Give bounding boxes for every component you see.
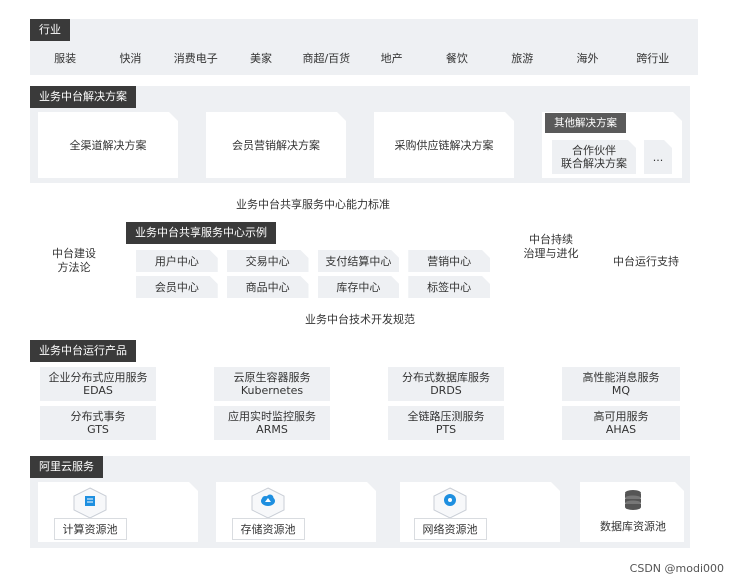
industry-item: 跨行业 — [623, 46, 682, 70]
capability-standard-bar: 业务中台共享服务中心能力标准 — [126, 192, 500, 216]
product-code: PTS — [435, 423, 457, 436]
methodology-line2: 方法论 — [57, 261, 91, 274]
products-tag: 业务中台运行产品 — [30, 340, 136, 362]
industry-item: 服装 — [36, 46, 95, 70]
solution-card-supply-chain: 采购供应链解决方案 — [374, 112, 514, 178]
center-marketing: 营销中心 — [408, 250, 490, 272]
network-icon — [433, 487, 467, 519]
product-gts: 分布式事务 GTS — [40, 406, 156, 440]
product-code: MQ — [611, 384, 631, 397]
storage-icon — [251, 487, 285, 519]
product-edas: 企业分布式应用服务 EDAS — [40, 367, 156, 401]
continuous-governance-card: 中台持续 治理与进化 — [508, 192, 594, 302]
product-arms: 应用实时监控服务 ARMS — [214, 406, 330, 440]
product-code: Kubernetes — [240, 384, 304, 397]
network-label: 网络资源池 — [413, 518, 487, 540]
compute-icon — [73, 487, 107, 519]
solution-card-membership: 会员营销解决方案 — [206, 112, 346, 178]
product-name: 高性能消息服务 — [582, 371, 660, 384]
database-icon — [625, 490, 641, 510]
industry-item: 美家 — [231, 46, 291, 70]
product-code: AHAS — [605, 423, 637, 436]
compute-resource: 计算资源池 — [53, 486, 127, 540]
product-name: 分布式数据库服务 — [402, 371, 490, 384]
continuous-line2: 治理与进化 — [523, 247, 579, 260]
center-trade: 交易中心 — [227, 250, 309, 272]
industry-item: 海外 — [558, 46, 617, 70]
product-ahas: 高可用服务 AHAS — [562, 406, 680, 440]
database-resource: 数据库资源池 — [594, 488, 672, 534]
product-code: ARMS — [256, 423, 288, 436]
watermark: CSDN @modi000 — [629, 562, 724, 575]
continuous-line1: 中台持续 — [529, 233, 573, 246]
database-label: 数据库资源池 — [600, 520, 666, 533]
product-drds: 分布式数据库服务 DRDS — [388, 367, 504, 401]
center-inventory: 库存中心 — [318, 276, 400, 298]
product-code: DRDS — [430, 384, 462, 397]
product-code: EDAS — [83, 384, 113, 397]
product-name: 企业分布式应用服务 — [48, 371, 148, 384]
product-name: 全链路压测服务 — [407, 410, 485, 423]
center-tag: 标签中心 — [408, 276, 490, 298]
center-user: 用户中心 — [136, 250, 218, 272]
industry-tag: 行业 — [30, 19, 70, 41]
center-product: 商品中心 — [227, 276, 309, 298]
more-solutions-box: ... — [644, 140, 672, 174]
industry-item: 消费电子 — [166, 46, 225, 70]
ops-support-card: 中台运行支持 — [602, 192, 690, 330]
product-pts: 全链路压测服务 PTS — [388, 406, 504, 440]
partner-solution-line1: 合作伙伴 — [572, 144, 616, 157]
product-name: 高可用服务 — [593, 410, 649, 423]
industry-item: 旅游 — [493, 46, 552, 70]
industry-item: 快消 — [101, 46, 160, 70]
other-solutions-tag: 其他解决方案 — [545, 113, 626, 133]
storage-resource: 存储资源池 — [231, 486, 305, 540]
methodology-card: 中台建设 方法论 — [30, 192, 118, 330]
centers-grid: 用户中心 交易中心 支付结算中心 营销中心 会员中心 商品中心 库存中心 标签中… — [136, 250, 490, 298]
industry-item: 餐饮 — [427, 46, 487, 70]
partner-solution-line2: 联合解决方案 — [561, 157, 627, 170]
solution-card-omnichannel: 全渠道解决方案 — [38, 112, 178, 178]
industry-row: 服装 快消 消费电子 美家 商超/百货 地产 餐饮 旅游 海外 跨行业 — [36, 46, 682, 70]
product-name: 分布式事务 — [70, 410, 126, 423]
cloud-tag: 阿里云服务 — [30, 456, 103, 478]
storage-label: 存储资源池 — [231, 518, 305, 540]
examples-tag: 业务中台共享服务中心示例 — [126, 222, 276, 244]
product-kubernetes: 云原生容器服务 Kubernetes — [214, 367, 330, 401]
compute-label: 计算资源池 — [53, 518, 127, 540]
product-mq: 高性能消息服务 MQ — [562, 367, 680, 401]
network-resource: 网络资源池 — [412, 486, 488, 540]
tech-spec-bar: 业务中台技术开发规范 — [126, 308, 594, 330]
center-member: 会员中心 — [136, 276, 218, 298]
product-name: 云原生容器服务 — [233, 371, 311, 384]
methodology-line1: 中台建设 — [52, 247, 96, 260]
industry-item: 地产 — [362, 46, 421, 70]
solutions-tag: 业务中台解决方案 — [30, 86, 136, 108]
product-code: GTS — [87, 423, 109, 436]
product-name: 应用实时监控服务 — [228, 410, 316, 423]
center-payment: 支付结算中心 — [318, 250, 400, 272]
industry-item: 商超/百货 — [297, 46, 356, 70]
partner-solution-box: 合作伙伴 联合解决方案 — [552, 140, 636, 174]
